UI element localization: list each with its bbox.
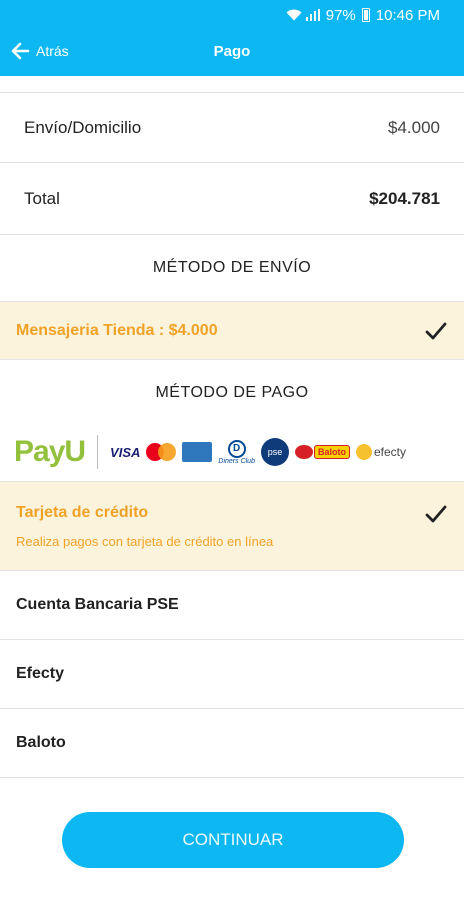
total-row: Total $204.781	[0, 163, 464, 235]
payment-option-label: Cuenta Bancaria PSE	[16, 596, 179, 613]
baloto-logo: Baloto	[294, 445, 350, 459]
mastercard-logo	[146, 443, 177, 461]
payu-logo: PayU	[14, 435, 86, 468]
checkmark-icon	[425, 505, 447, 523]
logo-separator	[97, 435, 99, 469]
card-logos: VISA D Diners Club pse Baloto efecty	[110, 438, 406, 466]
diners-club-logo: D Diners Club	[218, 439, 255, 465]
shipping-option-selected[interactable]: Mensajeria Tienda : $4.000	[0, 301, 464, 360]
amex-logo	[182, 442, 213, 462]
status-bar: 97% 10:46 PM	[0, 0, 464, 30]
efecty-logo: efecty	[355, 444, 406, 460]
checkmark-icon	[425, 322, 447, 340]
app-bar: Atrás Pago	[0, 30, 464, 76]
pse-logo: pse	[260, 438, 289, 466]
visa-logo: VISA	[110, 444, 141, 460]
signal-icon	[305, 9, 320, 21]
payment-method-title: MÉTODO DE PAGO	[155, 384, 309, 401]
shipping-cost-label: Envío/Domicilio	[24, 117, 142, 137]
shipping-cost-row: Envío/Domicilio $4.000	[0, 93, 464, 163]
shipping-cost-value: $4.000	[388, 117, 440, 137]
payment-option-efecty[interactable]: Efecty	[0, 640, 464, 709]
shipping-method-title: MÉTODO DE ENVÍO	[152, 259, 312, 276]
continue-button[interactable]: CONTINUAR	[62, 812, 404, 868]
page-title: Pago	[213, 43, 251, 60]
payment-option-credit-card[interactable]: Tarjeta de crédito Realiza pagos con tar…	[0, 481, 464, 571]
clock: 10:46 PM	[375, 6, 440, 24]
wifi-icon	[286, 9, 302, 21]
payment-option-pse[interactable]: Cuenta Bancaria PSE	[0, 571, 464, 640]
shipping-option-label: Mensajeria Tienda : $4.000	[16, 321, 218, 339]
payment-option-label: Baloto	[16, 734, 66, 751]
payment-logos: PayU VISA D Diners Club pse Baloto efect…	[0, 424, 464, 480]
status-icons	[286, 9, 320, 21]
total-label: Total	[24, 188, 60, 208]
payment-option-baloto[interactable]: Baloto	[0, 709, 464, 778]
battery-icon	[361, 8, 370, 22]
payment-option-label: Efecty	[16, 665, 65, 682]
credit-card-description: Realiza pagos con tarjeta de crédito en …	[16, 533, 274, 549]
total-value: $204.781	[369, 188, 440, 208]
credit-card-label: Tarjeta de crédito	[16, 503, 149, 521]
battery-percent: 97%	[325, 6, 356, 24]
